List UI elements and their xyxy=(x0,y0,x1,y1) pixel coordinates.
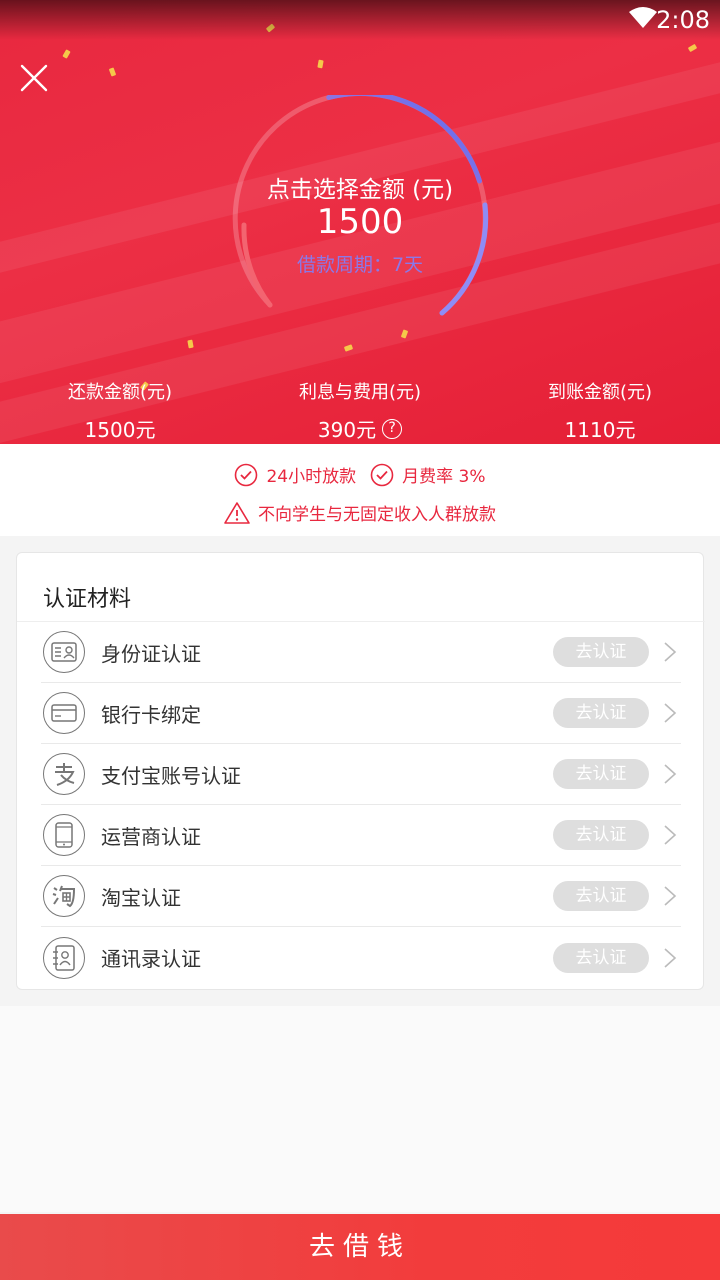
id-card-icon xyxy=(43,631,85,673)
status-time: 2:08 xyxy=(656,6,710,34)
auth-item-alipay[interactable]: 支付宝账号认证 去认证 xyxy=(41,744,681,805)
auth-item-label: 支付宝账号认证 xyxy=(101,763,241,788)
stat-label: 利息与费用(元) xyxy=(298,382,422,403)
auth-item-label: 淘宝认证 xyxy=(101,885,181,910)
chevron-right-icon xyxy=(664,886,677,906)
loan-period: 借款周期：7天 xyxy=(296,254,424,276)
status-bar: 2:08 xyxy=(0,0,720,40)
phone-icon xyxy=(43,814,85,856)
stat-value-text: 1500元 xyxy=(84,418,156,442)
stat-interest: 利息与费用(元) 390元 ? xyxy=(240,378,480,442)
confetti-decoration xyxy=(62,49,71,59)
confetti-decoration xyxy=(108,67,117,77)
help-icon[interactable]: ? xyxy=(382,418,403,439)
notice-badge-text: 24小时放款 xyxy=(266,467,357,487)
stat-value: 390元 ? xyxy=(317,414,403,443)
confetti-decoration xyxy=(187,339,194,349)
notice-badge-text: 月费率 3% xyxy=(402,467,486,487)
check-circle-icon xyxy=(235,463,258,486)
borrow-button[interactable]: 去借钱 xyxy=(0,1214,720,1280)
verify-button[interactable]: 去认证 xyxy=(553,881,649,911)
chevron-right-icon xyxy=(664,703,677,723)
stat-value-text: 390元 xyxy=(317,418,377,442)
verify-button[interactable]: 去认证 xyxy=(553,637,649,667)
notice-warning: 不向学生与无固定收入人群放款 xyxy=(0,500,720,525)
auth-item-bank-card[interactable]: 银行卡绑定 去认证 xyxy=(41,683,681,744)
empty-area xyxy=(0,1006,720,1212)
verify-button[interactable]: 去认证 xyxy=(553,759,649,789)
auth-item-contacts[interactable]: 通讯录认证 去认证 xyxy=(41,927,681,988)
auth-item-label: 通讯录认证 xyxy=(101,947,201,971)
loan-summary: 还款金额(元) 1500元 利息与费用(元) 390元 ? 到账金额(元) 11… xyxy=(0,378,720,442)
stat-value: 1500元 xyxy=(85,414,156,443)
chevron-right-icon xyxy=(664,947,677,968)
notice-badge: 24小时放款 xyxy=(234,462,356,487)
bank-card-icon xyxy=(43,692,85,734)
auth-item-label: 银行卡绑定 xyxy=(101,702,201,727)
warning-icon xyxy=(224,501,250,524)
verify-button[interactable]: 去认证 xyxy=(553,698,649,728)
check-circle-icon xyxy=(370,463,394,486)
auth-card: 认证材料 身份证认证 去认证 银行卡绑定 去认证 支付宝账号认证 去认证 运营商… xyxy=(16,552,705,990)
notice-panel: 24小时放款 月费率 3% 不向学生与无固定收入人群放款 xyxy=(0,444,720,536)
chevron-right-icon xyxy=(664,642,677,662)
wifi-icon xyxy=(629,7,657,28)
verify-button[interactable]: 去认证 xyxy=(553,942,649,973)
auth-item-carrier[interactable]: 运营商认证 去认证 xyxy=(41,805,681,866)
auth-item-label: 运营商认证 xyxy=(101,824,201,849)
verify-button[interactable]: 去认证 xyxy=(553,820,649,850)
taobao-icon xyxy=(43,875,85,917)
close-icon[interactable] xyxy=(18,62,50,94)
stat-value: 1110元 xyxy=(565,414,636,443)
stat-repayment: 还款金额(元) 1500元 xyxy=(0,378,240,442)
chevron-right-icon xyxy=(664,764,677,784)
stat-label: 还款金额(元) xyxy=(67,382,173,403)
auth-item-label: 身份证认证 xyxy=(101,641,201,666)
loan-amount[interactable]: 1500 xyxy=(0,202,720,242)
confetti-decoration xyxy=(317,59,324,69)
auth-card-title: 认证材料 xyxy=(43,587,132,612)
stat-received: 到账金额(元) 1110元 xyxy=(480,378,720,442)
contacts-icon xyxy=(43,936,85,979)
warning-text: 不向学生与无固定收入人群放款 xyxy=(258,505,496,525)
stat-value-text: 1110元 xyxy=(564,418,636,442)
auth-item-id-card[interactable]: 身份证认证 去认证 xyxy=(41,622,681,683)
warning-item: 不向学生与无固定收入人群放款 xyxy=(224,500,496,525)
alipay-icon xyxy=(43,753,85,795)
notice-badge: 月费率 3% xyxy=(370,462,486,487)
hero-banner: 2:08 点击选择金额 (元) 1500 借款周期：7天 还款金额(元) 150… xyxy=(0,0,720,444)
dial-title: 点击选择金额 (元) xyxy=(266,177,454,203)
auth-item-taobao[interactable]: 淘宝认证 去认证 xyxy=(41,866,681,927)
auth-list: 身份证认证 去认证 银行卡绑定 去认证 支付宝账号认证 去认证 运营商认证 去认… xyxy=(41,622,681,988)
stat-label: 到账金额(元) xyxy=(547,382,653,403)
confetti-decoration xyxy=(687,43,698,53)
notice-badges: 24小时放款 月费率 3% xyxy=(0,462,720,487)
chevron-right-icon xyxy=(664,825,677,845)
